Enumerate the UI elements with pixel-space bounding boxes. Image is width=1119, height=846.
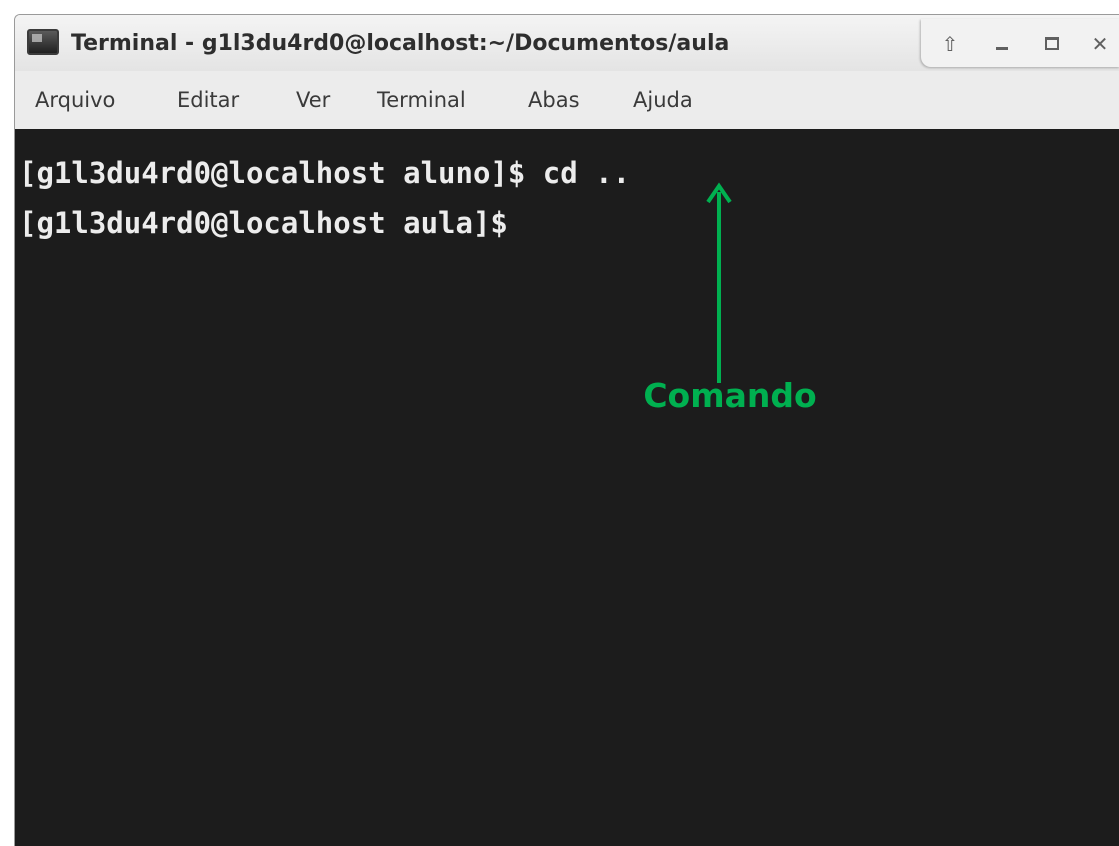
window-controls: ⇧ ✕ (921, 19, 1119, 67)
annotation-label: Comando (643, 376, 817, 415)
terminal-line: [g1l3du4rd0@localhost aluno]$ cd .. (19, 156, 631, 190)
menu-item-ajuda[interactable]: Ajuda (633, 85, 693, 115)
terminal-line: [g1l3du4rd0@localhost aula]$ (19, 206, 508, 240)
title-bar[interactable]: Terminal - g1l3du4rd0@localhost:~/Docume… (15, 15, 1119, 71)
menu-item-terminal[interactable]: Terminal (377, 85, 466, 115)
maximize-icon[interactable] (1037, 29, 1067, 59)
arrow-up-icon[interactable]: ⇧ (935, 29, 965, 59)
terminal-window: Terminal - g1l3du4rd0@localhost:~/Docume… (14, 14, 1119, 846)
menu-item-arquivo[interactable]: Arquivo (35, 85, 115, 115)
terminal-output[interactable]: [g1l3du4rd0@localhost aluno]$ cd .. [g1l… (15, 129, 1119, 846)
terminal-icon[interactable] (27, 29, 59, 55)
menu-bar: Arquivo Editar Ver Terminal Abas Ajuda (15, 71, 1119, 129)
window-title: Terminal - g1l3du4rd0@localhost:~/Docume… (71, 31, 730, 56)
minimize-icon[interactable] (987, 29, 1017, 59)
menu-item-ver[interactable]: Ver (296, 85, 330, 115)
menu-item-abas[interactable]: Abas (528, 85, 580, 115)
menu-item-editar[interactable]: Editar (177, 85, 239, 115)
annotation-arrow (706, 182, 732, 383)
close-icon[interactable]: ✕ (1085, 29, 1115, 59)
